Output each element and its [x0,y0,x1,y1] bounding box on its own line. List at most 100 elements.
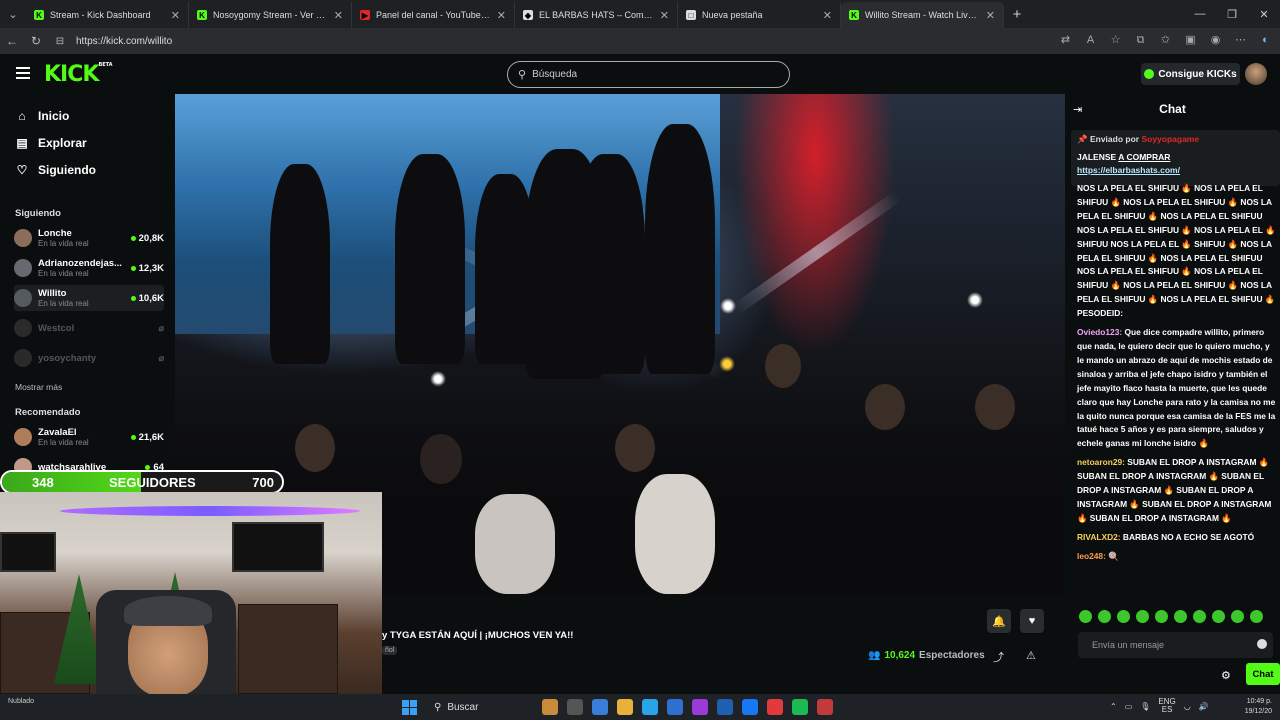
app-icon[interactable] [692,699,708,715]
tab-menu-chevron-icon[interactable]: ⌄ [0,0,26,28]
emote-icon[interactable] [1155,610,1168,623]
app-icon[interactable] [767,699,783,715]
close-tab-icon[interactable]: ✕ [986,9,995,22]
show-more-link[interactable]: Mostrar más [15,382,62,392]
browser-tab[interactable]: ◆ EL BARBAS HATS – Compañía de s ✕ [515,2,678,28]
get-kicks-label: Consigue KICKs [1158,68,1237,80]
emote-icon[interactable] [1079,610,1092,623]
extensions-icon[interactable]: ⧉ [1132,32,1149,49]
translate-icon[interactable]: ⇄ [1057,32,1074,49]
taskbar-clock[interactable]: 10:49 p. 19/12/20 [1245,697,1272,717]
hamburger-menu-icon[interactable] [16,67,30,79]
kick-logo[interactable]: KICKBETA [44,62,113,87]
browser-tab[interactable]: ▶ Panel del canal - YouTube Studio ✕ [352,2,515,28]
live-viewer-count: 20,8K [130,233,164,244]
emote-icon[interactable] [1098,610,1111,623]
close-window-icon[interactable]: ✕ [1248,0,1280,28]
maximize-icon[interactable]: ❐ [1216,0,1248,28]
sidebar-item-explorar[interactable]: ▤ Explorar [16,136,86,150]
favorites-icon[interactable]: ✩ [1157,32,1174,49]
sidebar-channel[interactable]: Westcol ⌀ [14,315,164,341]
close-tab-icon[interactable]: ✕ [823,9,832,22]
task-view-icon[interactable] [567,699,583,715]
facebook-icon[interactable] [742,699,758,715]
emote-icon[interactable] [1174,610,1187,623]
profile-icon[interactable]: ◉ [1207,32,1224,49]
back-icon[interactable]: ← [0,34,24,48]
file-explorer-icon[interactable] [617,699,633,715]
notifications-bell-button[interactable]: 🔔 [987,609,1011,633]
store-icon[interactable] [667,699,683,715]
spotify-icon[interactable] [792,699,808,715]
search-input[interactable]: ⚲ Búsqueda [507,61,790,88]
pinned-link[interactable]: https://elbarbashats.com/ [1077,165,1180,175]
follow-heart-button[interactable]: ♥ [1020,609,1044,633]
user-avatar[interactable] [1245,63,1267,85]
mail-icon[interactable] [717,699,733,715]
browser-tab[interactable]: K Stream - Kick Dashboard ✕ [26,2,189,28]
chat-settings-gear-icon[interactable]: ⚙ [1221,669,1231,682]
wifi-icon[interactable]: ◡ [1184,702,1191,711]
taskbar-search[interactable]: ⚲ Buscar [430,698,540,717]
collections-icon[interactable]: ▣ [1182,32,1199,49]
sidebar-channel[interactable]: yosoychanty ⌀ [14,345,164,371]
sidebar-channel[interactable]: Lonche En la vida real 20,8K [14,225,164,251]
mic-icon[interactable]: 🎙 [1140,702,1150,711]
emote-icon[interactable] [1212,610,1225,623]
emote-icon[interactable] [1250,610,1263,623]
edge-browser-icon[interactable] [642,699,658,715]
copilot-icon[interactable]: ◐ [1257,32,1274,49]
followers-current: 348 [32,475,54,490]
chat-username[interactable]: leo248: [1077,551,1106,561]
emote-icon[interactable] [1136,610,1149,623]
tv-screen [0,532,56,572]
emote-icon[interactable] [1231,610,1244,623]
sidebar-channel[interactable]: Willito En la vida real 10,6K [14,285,164,311]
volume-icon[interactable]: 🔊 [1199,702,1209,711]
chat-username[interactable]: RIVALXD2: [1077,532,1121,542]
sidebar-item-siguiendo[interactable]: ♡ Siguiendo [16,163,96,177]
url-text[interactable]: https://kick.com/willito [76,36,172,47]
logo-text: KICK [44,62,99,87]
browser-tab[interactable]: K Nosoygomy Stream - Ver en direc ✕ [189,2,352,28]
weather-widget[interactable]: Nublado [8,697,34,706]
language-indicator[interactable]: ENG ES [1158,698,1175,714]
send-chat-button[interactable]: Chat [1246,663,1280,685]
emote-icon[interactable] [1117,610,1130,623]
language-tag[interactable]: ñol [382,646,398,655]
widgets-app-icon[interactable] [542,699,558,715]
sidebar-item-inicio[interactable]: ⌂ Inicio [16,109,69,123]
chat-message-input[interactable]: Envía un mensaje [1078,632,1273,658]
close-tab-icon[interactable]: ✕ [660,9,669,22]
more-menu-icon[interactable]: ⋯ [1232,32,1249,49]
copilot-app-icon[interactable] [592,699,608,715]
live-dot-icon [130,295,136,301]
favorite-star-icon[interactable]: ☆ [1107,32,1124,49]
app-icon[interactable] [817,699,833,715]
reload-icon[interactable]: ↻ [24,34,48,48]
browser-tab[interactable]: □ Nueva pestaña ✕ [678,2,841,28]
chat-username[interactable]: Oviedo123: [1077,327,1122,337]
start-windows-icon[interactable] [402,700,417,715]
emoji-picker-icon[interactable] [1257,639,1267,649]
report-warning-icon[interactable]: ⚠ [1026,649,1036,662]
minimize-icon[interactable]: — [1184,0,1216,28]
stage-light-beam [731,190,903,315]
get-kicks-button[interactable]: Consigue KICKs [1141,63,1240,85]
close-tab-icon[interactable]: ✕ [497,9,506,22]
site-info-icon[interactable]: ⊟ [48,36,72,47]
browser-tab[interactable]: K Willito Stream - Watch Live on ✕ [841,2,1004,28]
sidebar-channel[interactable]: Adrianozendejas... En la vida real 12,3K [14,255,164,281]
close-tab-icon[interactable]: ✕ [334,9,343,22]
chat-username[interactable]: netoaron29: [1077,457,1125,467]
read-aloud-icon[interactable]: A [1082,32,1099,49]
tray-chevron-icon[interactable]: ⌃ [1110,702,1117,711]
close-tab-icon[interactable]: ✕ [171,9,180,22]
network-icon[interactable]: ▭ [1125,702,1133,711]
new-tab-button[interactable]: + [1004,2,1030,28]
pinned-by-user[interactable]: Soyyopagame [1141,134,1199,144]
share-icon[interactable]: ⤴ [993,649,1004,665]
taskbar-apps [542,699,833,715]
sidebar-channel[interactable]: ZavalaEl En la vida real 21,6K [14,424,164,450]
emote-icon[interactable] [1193,610,1206,623]
